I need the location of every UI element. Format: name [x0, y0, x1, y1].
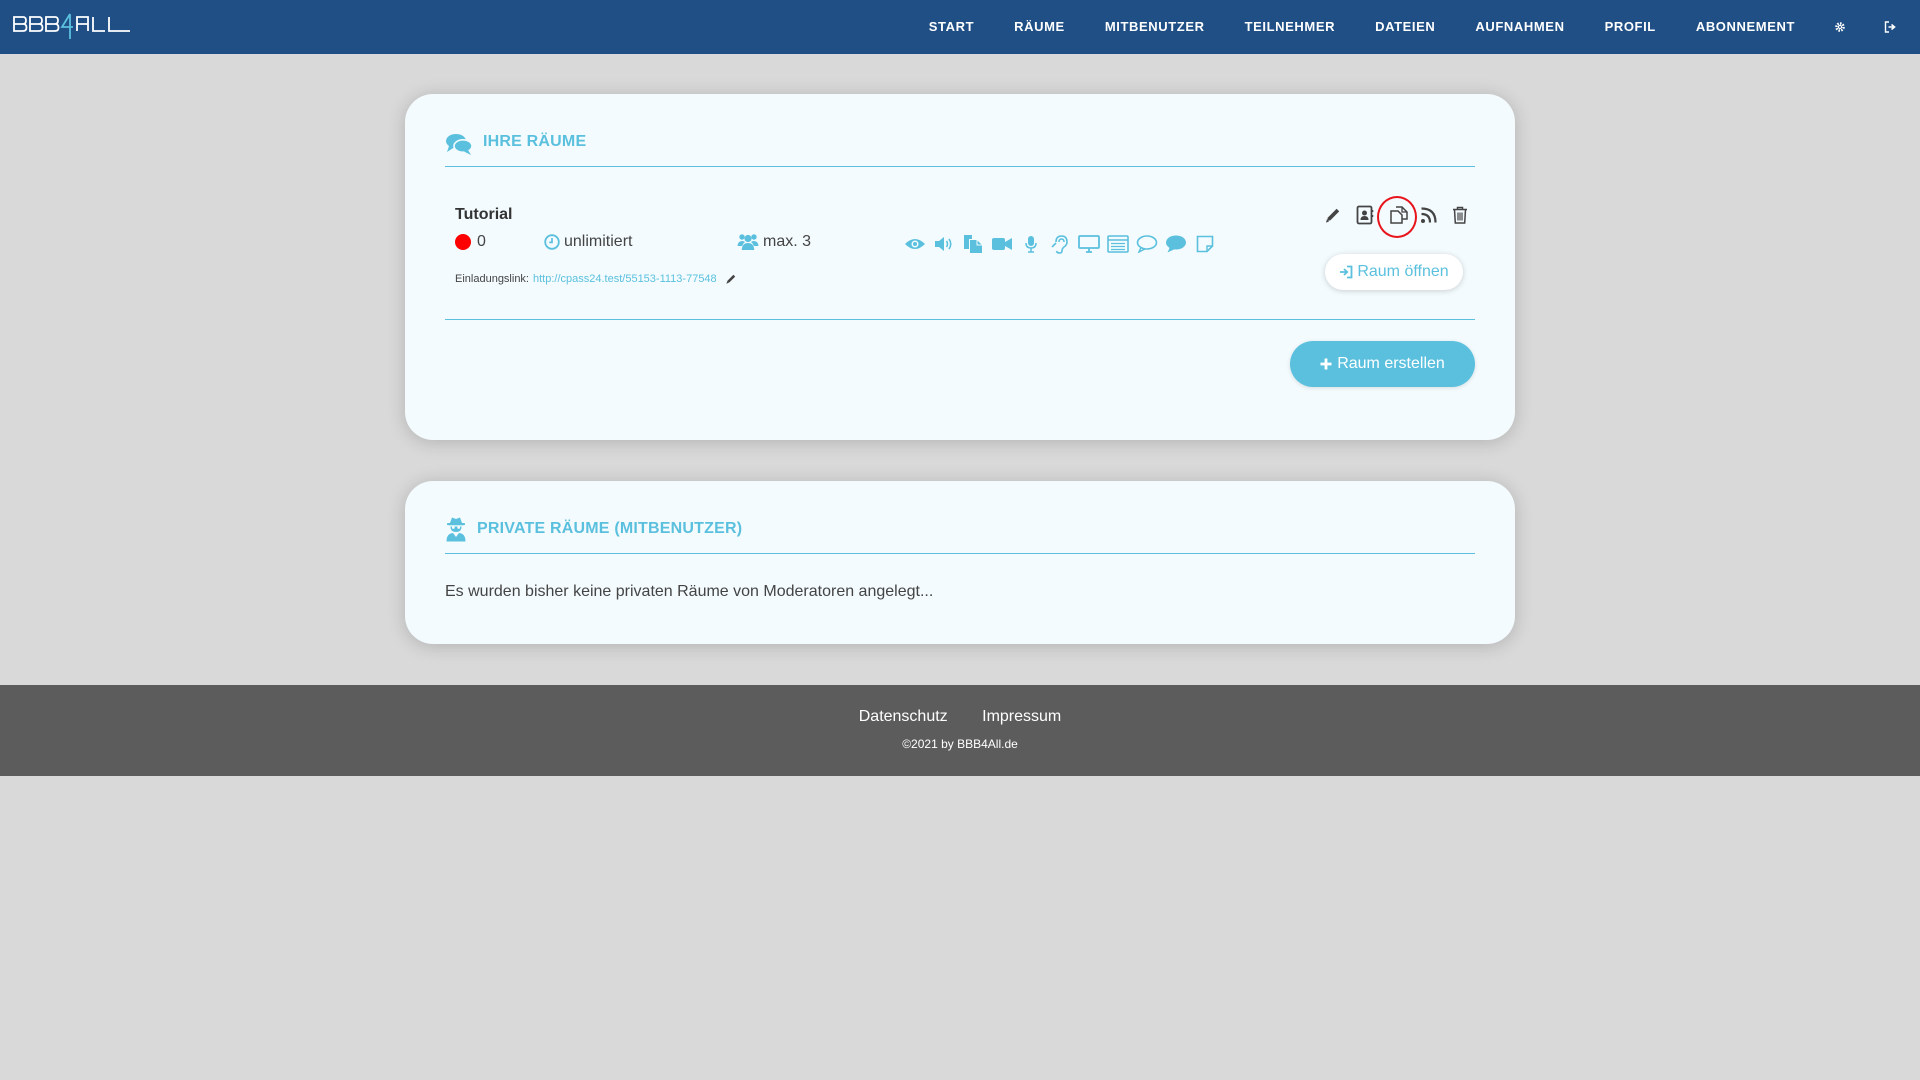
- chat-outline-icon: [1134, 232, 1160, 256]
- duration-info: unlimitiert: [544, 233, 632, 251]
- logo[interactable]: [13, 12, 131, 42]
- edit-icon[interactable]: [1318, 200, 1348, 230]
- participants-status: 0: [455, 233, 486, 251]
- footer-links: Datenschutz Impressum: [0, 708, 1920, 726]
- microphone-icon: [1018, 232, 1044, 256]
- hearing-icon: [1047, 232, 1073, 256]
- logo-icon: [13, 13, 130, 39]
- max-users-info: max. 3: [737, 233, 811, 251]
- max-users-value: max. 3: [763, 233, 812, 250]
- rss-icon[interactable]: [1414, 200, 1444, 230]
- users-icon: [737, 233, 759, 251]
- footer-link-impressum[interactable]: Impressum: [982, 708, 1061, 725]
- private-rooms-card-header: PRIVATE RÄUME (MITBENUTZER): [445, 516, 1475, 554]
- rooms-card: IHRE RÄUME Tutorial 0 unlimitiert max. 3…: [405, 94, 1515, 440]
- nav-teilnehmer[interactable]: TEILNEHMER: [1225, 0, 1356, 54]
- private-rooms-card: PRIVATE RÄUME (MITBENUTZER) Es wurden bi…: [405, 481, 1515, 644]
- copyright: ©2021 by BBB4All.de: [902, 737, 1018, 751]
- plus-icon: [1320, 358, 1332, 370]
- invite-link-row: Einladungslink: http://cpass24.test/5515…: [455, 273, 737, 285]
- video-camera-icon: [989, 232, 1015, 256]
- open-room-button[interactable]: Raum öffnen: [1325, 254, 1463, 290]
- note-icon: [1192, 232, 1218, 256]
- participants-count: 0: [477, 233, 486, 250]
- copy-files-icon: [960, 232, 986, 256]
- nav-aufnahmen[interactable]: AUFNAHMEN: [1455, 0, 1584, 54]
- nav-dateien[interactable]: DATEIEN: [1355, 0, 1455, 54]
- contact-card-icon[interactable]: [1350, 200, 1380, 230]
- invite-link[interactable]: http://cpass24.test/55153-1113-77548: [533, 273, 717, 285]
- nav-start[interactable]: START: [909, 0, 994, 54]
- footer: Datenschutz Impressum ©2021 by BBB4All.d…: [0, 685, 1920, 776]
- nav-mitbenutzer[interactable]: MITBENUTZER: [1085, 0, 1225, 54]
- room-action-icons: [1318, 200, 1475, 230]
- sign-in-icon: [1339, 265, 1353, 279]
- logout-icon[interactable]: [1865, 0, 1915, 54]
- volume-icon: [931, 232, 957, 256]
- invite-label: Einladungslink:: [455, 273, 529, 285]
- gear-icon[interactable]: [1815, 0, 1865, 54]
- nav-raeume[interactable]: RÄUME: [994, 0, 1085, 54]
- open-room-label: Raum öffnen: [1357, 263, 1449, 280]
- top-navbar: START RÄUME MITBENUTZER TEILNEHMER DATEI…: [0, 0, 1920, 54]
- eye-icon: [902, 232, 928, 256]
- list-window-icon: [1105, 232, 1131, 256]
- private-rooms-card-title: PRIVATE RÄUME (MITBENUTZER): [477, 520, 743, 537]
- main-nav: START RÄUME MITBENUTZER TEILNEHMER DATEI…: [909, 0, 1920, 54]
- chat-filled-icon: [1163, 232, 1189, 256]
- rooms-divider: [445, 319, 1475, 320]
- duplicate-icon[interactable]: [1384, 200, 1414, 230]
- rooms-card-title: IHRE RÄUME: [483, 133, 587, 150]
- create-room-button[interactable]: Raum erstellen: [1290, 341, 1475, 387]
- nav-abonnement[interactable]: ABONNEMENT: [1676, 0, 1815, 54]
- nav-profil[interactable]: PROFIL: [1585, 0, 1676, 54]
- monitor-icon: [1076, 232, 1102, 256]
- room-feature-icons: [902, 232, 1221, 256]
- footer-link-datenschutz[interactable]: Datenschutz: [859, 708, 948, 725]
- room-name: Tutorial: [455, 206, 513, 223]
- trash-icon[interactable]: [1445, 200, 1475, 230]
- rooms-card-header: IHRE RÄUME: [445, 132, 1475, 167]
- clock-icon: [544, 234, 560, 250]
- private-rooms-empty-text: Es wurden bisher keine privaten Räume vo…: [445, 583, 934, 600]
- edit-invite-icon[interactable]: [725, 273, 737, 285]
- status-dot-icon: [455, 234, 471, 250]
- user-secret-icon: [445, 516, 467, 542]
- duration-value: unlimitiert: [564, 233, 633, 250]
- create-room-label: Raum erstellen: [1337, 355, 1445, 372]
- comments-icon: [445, 132, 473, 161]
